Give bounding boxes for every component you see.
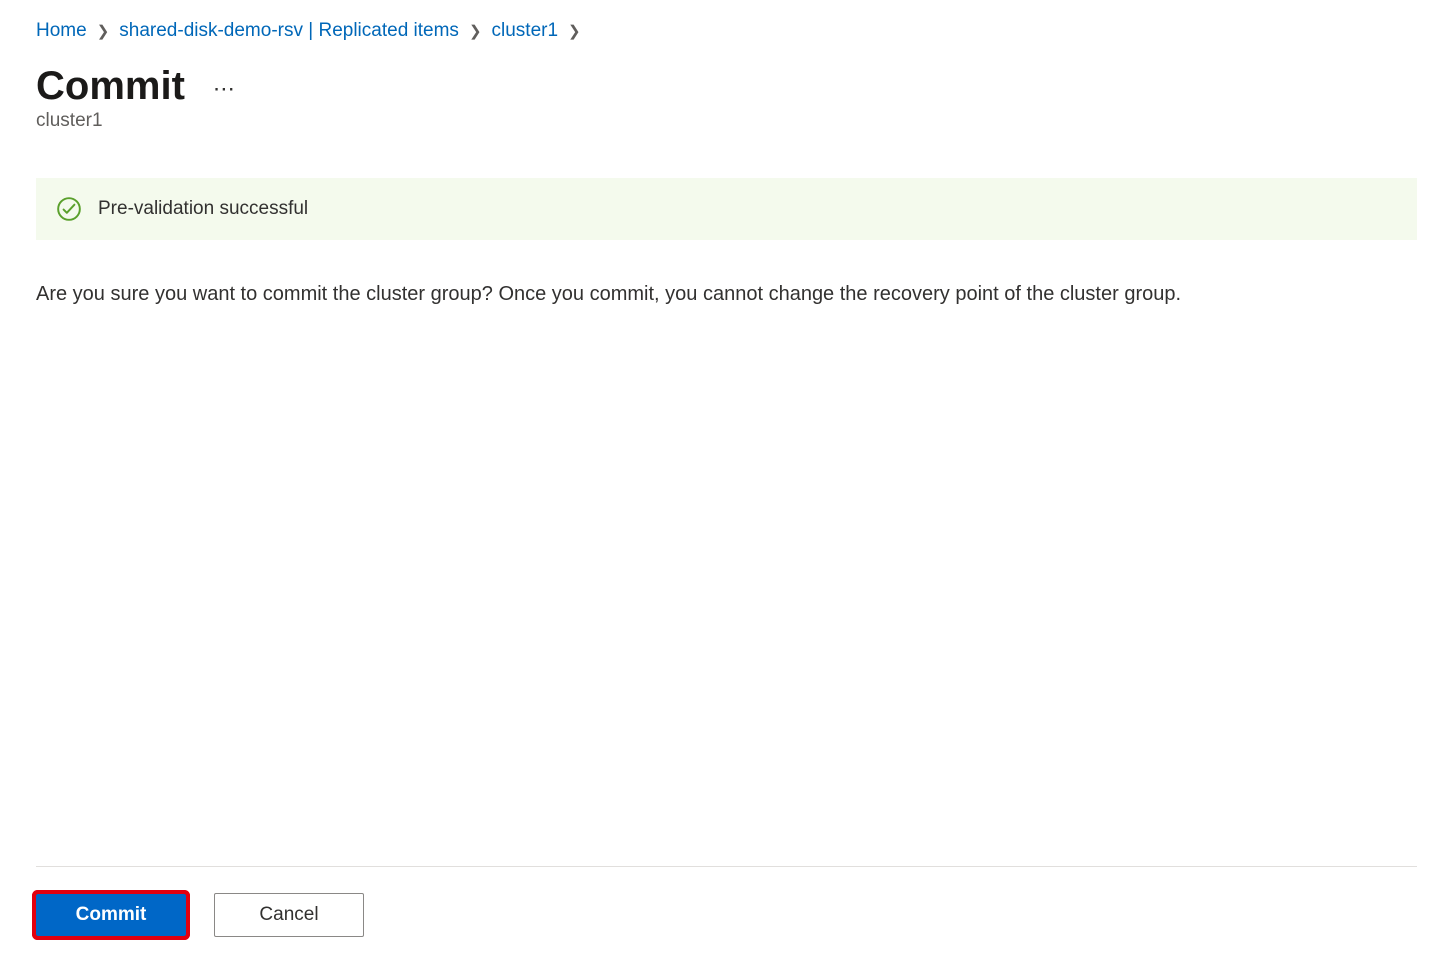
breadcrumb-link-home[interactable]: Home xyxy=(36,20,87,42)
more-actions-icon[interactable]: ⋯ xyxy=(213,70,236,102)
page-subtitle: cluster1 xyxy=(36,110,1417,132)
cancel-button[interactable]: Cancel xyxy=(214,893,364,937)
title-row: Commit ⋯ xyxy=(36,64,1417,108)
chevron-right-icon: ❯ xyxy=(97,22,110,40)
commit-button[interactable]: Commit xyxy=(36,894,186,936)
footer-separator xyxy=(36,866,1417,867)
status-banner: Pre-validation successful xyxy=(36,178,1417,240)
success-check-icon xyxy=(56,196,82,222)
breadcrumb-link-cluster[interactable]: cluster1 xyxy=(492,20,559,42)
chevron-right-icon: ❯ xyxy=(568,22,581,40)
breadcrumb-link-vault[interactable]: shared-disk-demo-rsv | Replicated items xyxy=(119,20,459,42)
page-title: Commit xyxy=(36,64,185,108)
chevron-right-icon: ❯ xyxy=(469,22,482,40)
footer-actions: Commit Cancel xyxy=(36,893,1417,937)
confirmation-text: Are you sure you want to commit the clus… xyxy=(36,280,1417,308)
breadcrumb: Home ❯ shared-disk-demo-rsv | Replicated… xyxy=(36,20,1417,42)
status-message: Pre-validation successful xyxy=(98,198,308,220)
